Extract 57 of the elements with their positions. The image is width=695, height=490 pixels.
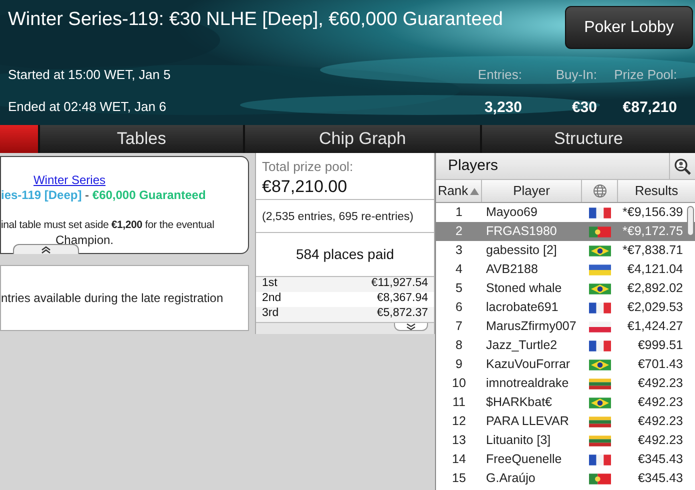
entries-text: (2,535 entries, 695 re-entries) bbox=[262, 210, 414, 222]
places-paid: 584 places paid bbox=[296, 244, 394, 264]
tab[interactable]: Tables bbox=[40, 125, 243, 153]
poker-lobby-button[interactable]: Poker Lobby bbox=[565, 6, 693, 49]
tournament-title: Winter Series-119: €30 NLHE [Deep], €60,000 Guaranteed bbox=[8, 8, 503, 32]
note-text: inal table must set aside €1,200 for the eventual bbox=[1, 218, 214, 233]
column-header[interactable]: Player bbox=[482, 180, 582, 202]
tab[interactable]: Structure bbox=[482, 125, 695, 153]
flag-icon bbox=[589, 338, 611, 354]
tournament-name: ies-119 [Deep] bbox=[1, 188, 82, 203]
stat-value: €87,210 bbox=[622, 98, 677, 118]
note-text: Champion. bbox=[54, 233, 115, 248]
column-header[interactable]: Rank bbox=[436, 180, 482, 202]
flag-icon bbox=[589, 376, 611, 392]
payout-cell-text: €8,367.94 bbox=[376, 291, 428, 306]
stat-label: Prize Pool: bbox=[614, 66, 677, 84]
reentry-text: ntries available during the late registration bbox=[1, 290, 224, 307]
expand-tab[interactable] bbox=[394, 322, 428, 330]
sort-icon bbox=[470, 188, 480, 194]
payout-cell-text: €5,872.37 bbox=[376, 306, 428, 322]
flag-icon bbox=[589, 470, 611, 486]
stat-value: 3,230 bbox=[484, 98, 522, 118]
flag-icon bbox=[589, 414, 611, 430]
flag-icon bbox=[589, 318, 611, 334]
prize-amount: €87,210.00 bbox=[262, 176, 348, 196]
start-time: Started at 15:00 WET, Jan 5 bbox=[8, 66, 171, 84]
search-icon bbox=[674, 158, 691, 174]
separator: - bbox=[84, 188, 90, 203]
flag-icon bbox=[589, 300, 611, 316]
flag-icon bbox=[589, 224, 611, 240]
place-cell-text: 3rd bbox=[262, 306, 279, 322]
place-cell-text: 1st bbox=[262, 276, 278, 292]
end-time: Ended at 02:48 WET, Jan 6 bbox=[8, 98, 166, 116]
payout-cell-text: €11,927.54 bbox=[371, 276, 428, 292]
prize-label: Total prize pool: bbox=[262, 158, 354, 176]
guarantee-text: €60,000 Guaranteed bbox=[92, 188, 206, 203]
stat-label: Entries: bbox=[478, 66, 522, 84]
collapse-icon bbox=[41, 245, 51, 254]
flag-icon bbox=[589, 356, 611, 372]
flag-icon bbox=[589, 242, 611, 258]
flag-icon bbox=[589, 432, 611, 448]
flag-icon bbox=[589, 280, 611, 296]
stat-label: Buy-In: bbox=[556, 66, 597, 84]
players-title: Players bbox=[448, 156, 498, 176]
flag-icon bbox=[589, 204, 611, 220]
flag-icon bbox=[589, 452, 611, 468]
flag-icon bbox=[589, 262, 611, 278]
stat-value: €30 bbox=[572, 98, 597, 118]
scrollbar-thumb[interactable] bbox=[687, 206, 694, 236]
flag-icon bbox=[589, 394, 611, 410]
series-link[interactable]: Winter Series bbox=[33, 173, 106, 188]
player-row[interactable]: 2 FRGAS1980 *€9,172.75 bbox=[436, 222, 695, 241]
place-cell-text: 2nd bbox=[262, 291, 282, 306]
globe-icon bbox=[592, 184, 606, 198]
tab[interactable]: Chip Graph bbox=[245, 125, 480, 153]
column-header[interactable]: Results bbox=[618, 180, 695, 202]
expand-icon bbox=[406, 322, 416, 330]
